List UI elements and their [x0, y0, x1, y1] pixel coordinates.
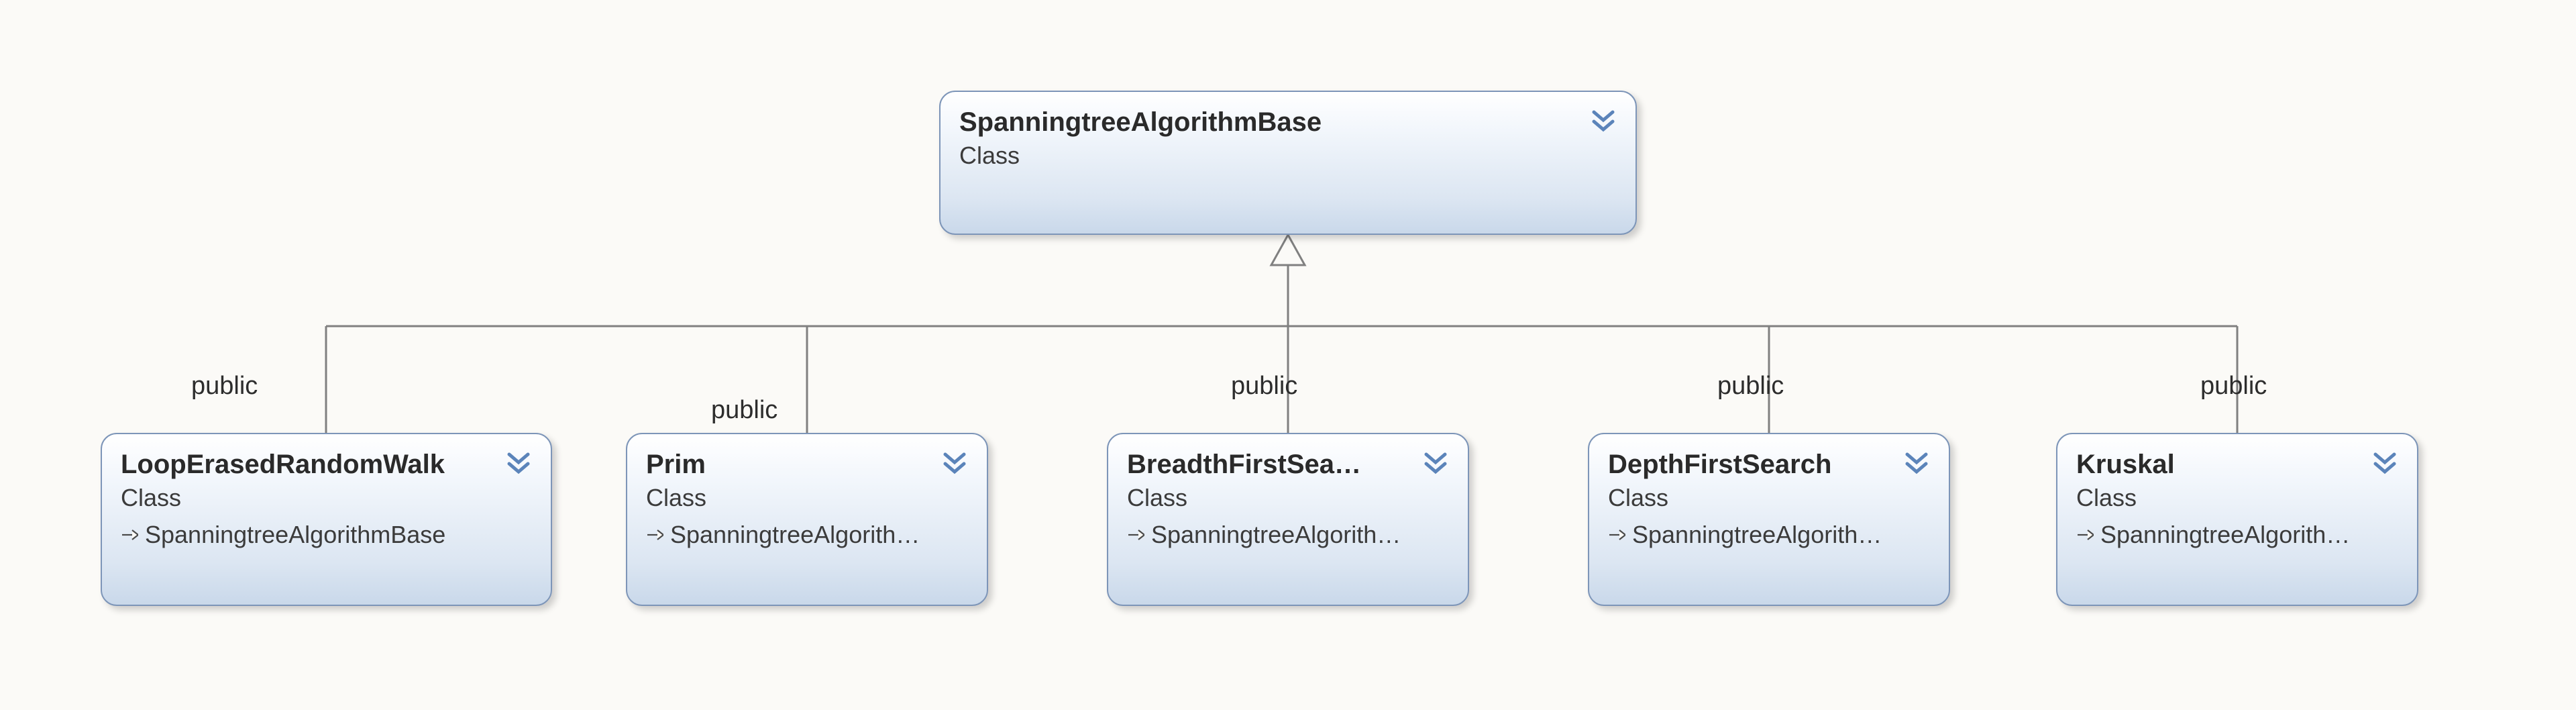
- class-stereotype: Class: [646, 484, 968, 511]
- class-title: Kruskal: [2076, 449, 2398, 480]
- class-title: DepthFirstSearch: [1608, 449, 1930, 480]
- class-inherits: SpanningtreeAlgorith…: [1608, 521, 1930, 548]
- inherits-arrow-icon: [121, 527, 138, 542]
- class-stereotype: Class: [1127, 484, 1449, 511]
- double-chevron-down-icon[interactable]: [1903, 449, 1930, 476]
- inherits-arrow-icon: [646, 527, 663, 542]
- inherits-text: SpanningtreeAlgorithmBase: [145, 521, 445, 548]
- class-box-kruskal[interactable]: Kruskal Class SpanningtreeAlgorith…: [2056, 433, 2418, 606]
- visibility-label-prim: public: [711, 397, 777, 423]
- visibility-label-dfs: public: [1717, 373, 1784, 399]
- class-title: SpanningtreeAlgorithmBase: [959, 107, 1617, 138]
- class-box-dfs[interactable]: DepthFirstSearch Class SpanningtreeAlgor…: [1588, 433, 1950, 606]
- visibility-label-bfs: public: [1231, 373, 1297, 399]
- inherits-arrow-icon: [2076, 527, 2094, 542]
- class-stereotype: Class: [2076, 484, 2398, 511]
- class-inherits: SpanningtreeAlgorithmBase: [121, 521, 532, 548]
- double-chevron-down-icon[interactable]: [1422, 449, 1449, 476]
- class-stereotype: Class: [1608, 484, 1930, 511]
- class-box-bfs[interactable]: BreadthFirstSea… Class SpanningtreeAlgor…: [1107, 433, 1469, 606]
- class-inherits: SpanningtreeAlgorith…: [2076, 521, 2398, 548]
- class-stereotype: Class: [959, 142, 1617, 169]
- class-title: Prim: [646, 449, 968, 480]
- class-inherits: SpanningtreeAlgorith…: [646, 521, 968, 548]
- inherits-text: SpanningtreeAlgorith…: [1632, 521, 1882, 548]
- class-box-looperased[interactable]: LoopErasedRandomWalk Class SpanningtreeA…: [101, 433, 552, 606]
- class-inherits: SpanningtreeAlgorith…: [1127, 521, 1449, 548]
- inherits-arrow-icon: [1608, 527, 1625, 542]
- inherits-text: SpanningtreeAlgorith…: [1151, 521, 1401, 548]
- double-chevron-down-icon[interactable]: [941, 449, 968, 476]
- inherits-text: SpanningtreeAlgorith…: [670, 521, 920, 548]
- class-title: BreadthFirstSea…: [1127, 449, 1449, 480]
- class-stereotype: Class: [121, 484, 532, 511]
- inherits-arrow-icon: [1127, 527, 1144, 542]
- double-chevron-down-icon[interactable]: [505, 449, 532, 476]
- visibility-label-kruskal: public: [2200, 373, 2267, 399]
- visibility-label-looperased: public: [191, 373, 258, 399]
- class-box-base[interactable]: SpanningtreeAlgorithmBase Class: [939, 91, 1637, 235]
- double-chevron-down-icon[interactable]: [1590, 107, 1617, 134]
- double-chevron-down-icon[interactable]: [2371, 449, 2398, 476]
- inherits-text: SpanningtreeAlgorith…: [2100, 521, 2350, 548]
- class-box-prim[interactable]: Prim Class SpanningtreeAlgorith…: [626, 433, 988, 606]
- class-title: LoopErasedRandomWalk: [121, 449, 532, 480]
